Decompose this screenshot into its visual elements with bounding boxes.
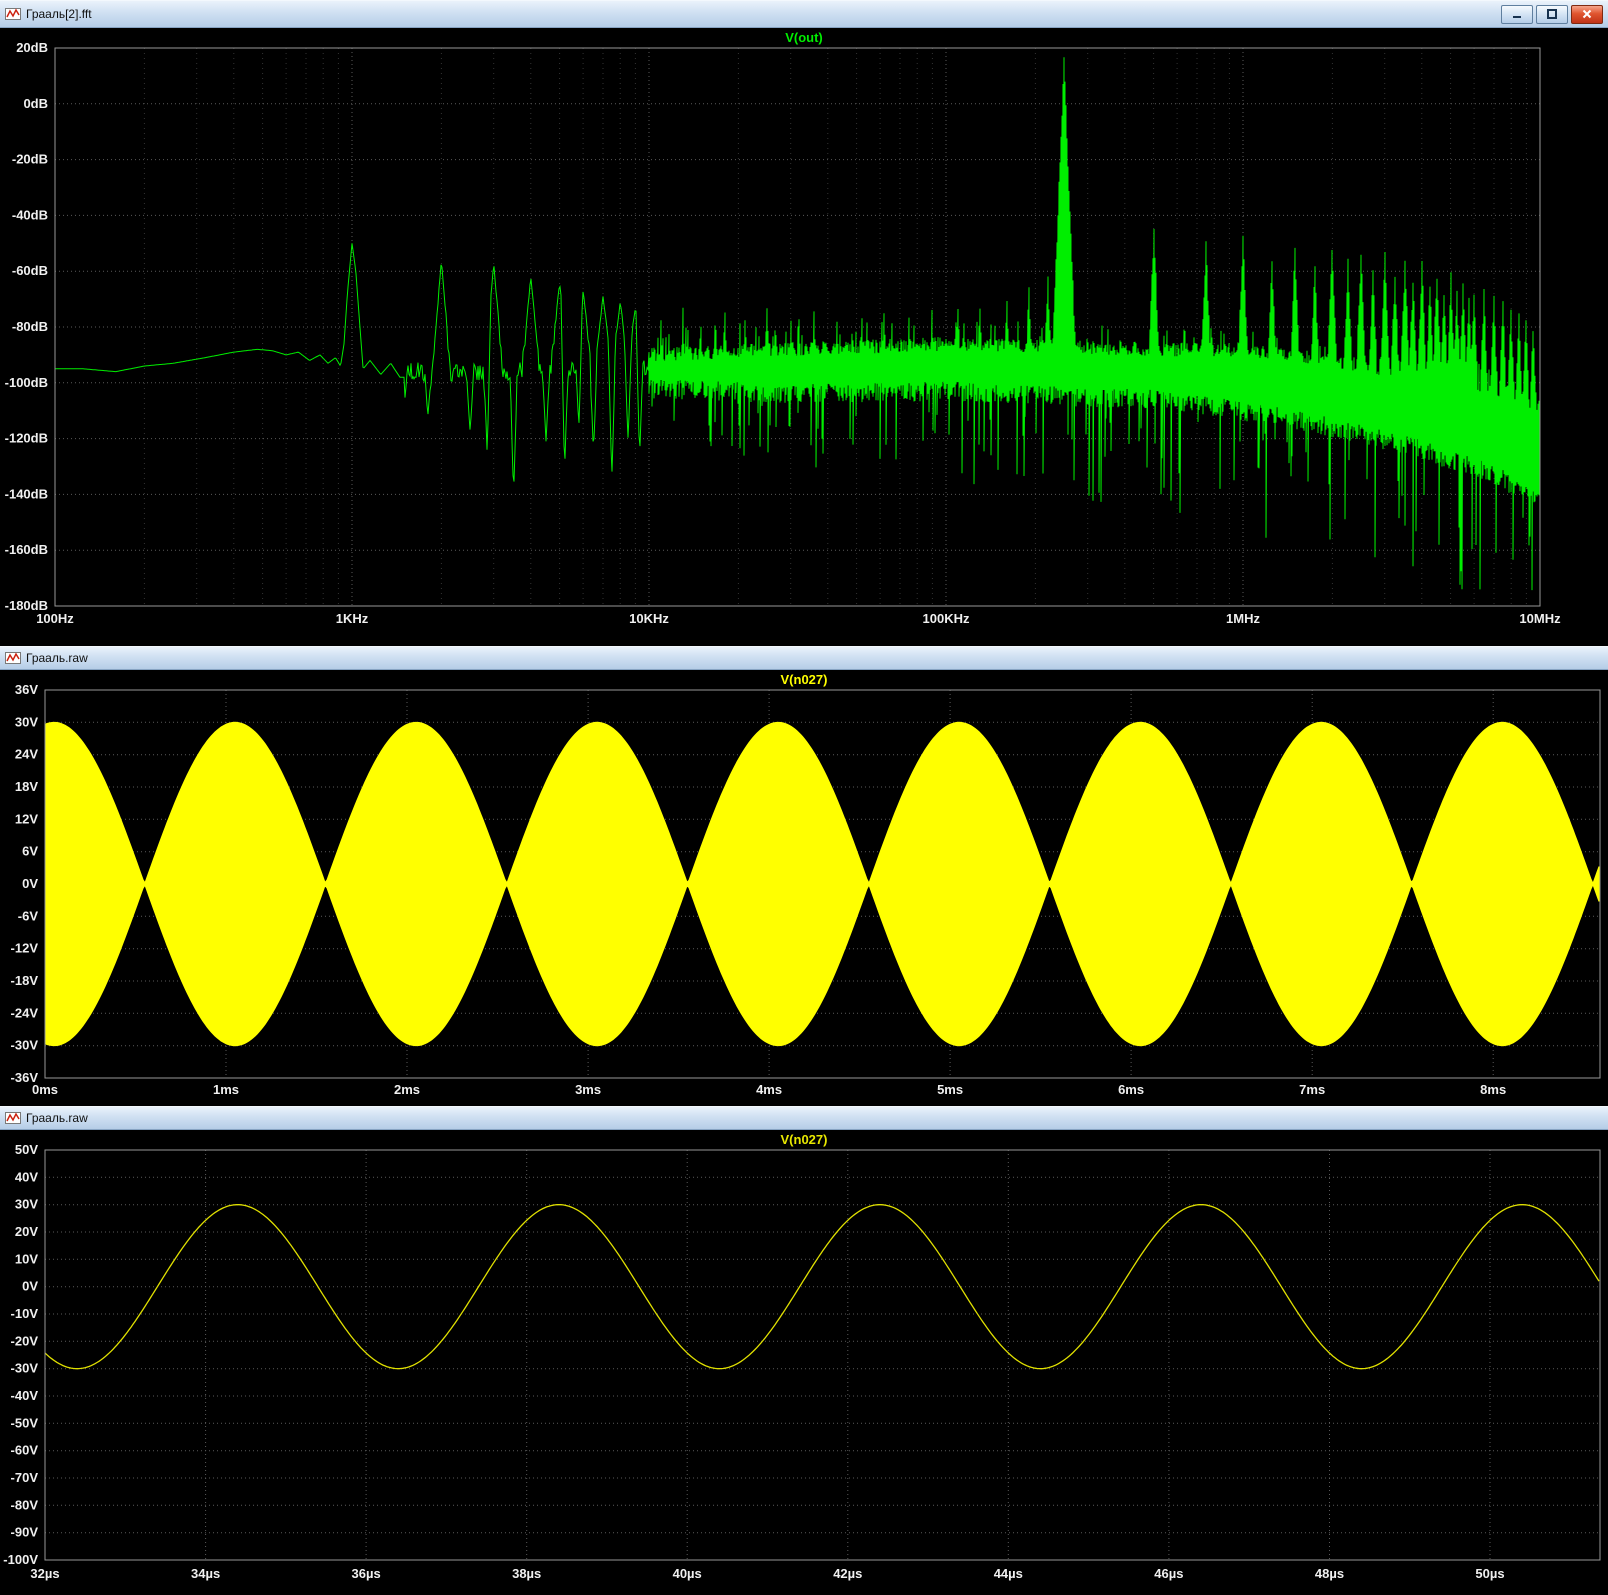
am-window: Грааль.raw 0ms 1ms 2ms 3ms 4ms 5ms 6ms 7ms 8ms 36… [0,646,1608,1106]
y-tick-label: -120dB [5,431,48,446]
y-tick-label: 20V [15,1224,38,1239]
y-tick-label: 6V [22,844,38,859]
x-tick-label: 40µs [673,1566,702,1581]
am-plot-title: V(n027) [780,672,828,687]
y-tick-label: 10V [15,1251,38,1266]
x-tick-label: 1KHz [336,611,369,626]
fft-plot-area[interactable]: 100Hz 1KHz 10KHz 100KHz 1MHz 10MHz 20dB 0dB -20d… [0,28,1608,646]
y-tick-label: -180dB [5,598,48,613]
y-tick-label: 18V [15,779,38,794]
maximize-icon [1547,9,1557,19]
y-tick-label: -30V [11,1038,39,1053]
y-tick-label: -60dB [12,263,48,278]
am-plot-area[interactable]: 0ms 1ms 2ms 3ms 4ms 5ms 6ms 7ms 8ms 36V 30V 24V 18V 1… [0,670,1608,1106]
y-tick-label: -12V [11,941,39,956]
x-tick-label: 38µs [512,1566,541,1581]
x-tick-label: 36µs [352,1566,381,1581]
y-tick-label: -70V [11,1470,39,1485]
y-tick-label: -40V [11,1388,39,1403]
window-controls [1501,4,1603,24]
y-tick-label: -18V [11,973,39,988]
maximize-button[interactable] [1536,4,1568,24]
x-tick-label: 42µs [833,1566,862,1581]
y-tick-label: -160dB [5,542,48,557]
x-tick-label: 46µs [1154,1566,1183,1581]
y-tick-label: -20V [11,1333,39,1348]
y-tick-label: -20dB [12,152,48,167]
x-tick-label: 1ms [213,1082,239,1097]
window-title: Грааль.raw [26,1111,88,1125]
y-tick-label: -10V [11,1306,39,1321]
y-tick-label: -90V [11,1525,39,1540]
sine-plot-canvas: 32µs 34µs 36µs 38µs 40µs 42µs 44µs 46µs 48µs 50µs… [3,1142,1601,1581]
sine-plot-area[interactable]: 32µs 34µs 36µs 38µs 40µs 42µs 44µs 46µs 48µs 50µs… [0,1130,1608,1595]
y-tick-label: -100dB [5,375,48,390]
y-tick-label: -40dB [12,207,48,222]
x-tick-label: 34µs [191,1566,220,1581]
fft-window-titlebar[interactable]: Грааль[2].fft [0,0,1608,28]
fft-trace [55,57,1541,591]
sine-plot-title: V(n027) [780,1132,828,1147]
x-tick-label: 100KHz [923,611,970,626]
y-tick-label: -30V [11,1361,39,1376]
y-tick-label: -140dB [5,486,48,501]
x-tick-label: 3ms [575,1082,601,1097]
y-tick-label: 0V [22,1279,38,1294]
close-icon [1582,9,1592,19]
am-trace [44,721,1600,1047]
window-title: Грааль.raw [26,651,88,665]
y-tick-label: -50V [11,1415,39,1430]
minimize-icon [1513,16,1521,18]
waveform-icon [5,7,21,21]
x-tick-label: 7ms [1299,1082,1325,1097]
x-tick-label: 4ms [756,1082,782,1097]
x-tick-label: 10KHz [629,611,669,626]
x-tick-label: 2ms [394,1082,420,1097]
y-tick-label: 30V [15,1197,38,1212]
x-tick-label: 48µs [1315,1566,1344,1581]
y-tick-label: -80V [11,1497,39,1512]
x-tick-label: 50µs [1475,1566,1504,1581]
y-tick-label: -24V [11,1005,39,1020]
x-tick-label: 100Hz [36,611,74,626]
x-tick-label: 1MHz [1226,611,1260,626]
am-plot-canvas: 0ms 1ms 2ms 3ms 4ms 5ms 6ms 7ms 8ms36V30V24V18V1… [11,682,1601,1097]
y-tick-label: 12V [15,811,38,826]
y-tick-label: 30V [15,714,38,729]
sine-window-titlebar[interactable]: Грааль.raw [0,1106,1608,1130]
fft-plot-canvas: 100Hz 1KHz 10KHz 100KHz 1MHz 10MHz20dB0dB-20d… [5,40,1561,626]
x-tick-label: 6ms [1118,1082,1144,1097]
minimize-button[interactable] [1501,4,1533,24]
y-tick-label: -80dB [12,319,48,334]
y-tick-label: 0V [22,876,38,891]
waveform-icon [5,1111,21,1125]
am-window-titlebar[interactable]: Грааль.raw [0,646,1608,670]
y-tick-label: 0dB [23,96,48,111]
y-tick-label: -100V [3,1552,38,1567]
y-tick-label: -6V [18,908,39,923]
fft-plot-title: V(out) [785,30,823,45]
waveform-icon [5,651,21,665]
fft-window: Грааль[2].fft 100Hz 1KHz 10KHz 100KHz 1MHz 10… [0,0,1608,646]
x-tick-label: 32µs [30,1566,59,1581]
window-title: Грааль[2].fft [26,7,92,21]
plot-frame [44,1149,1601,1561]
y-tick-label: -60V [11,1443,39,1458]
y-tick-label: 24V [15,747,38,762]
sine-grid [44,1149,1600,1561]
close-button[interactable] [1571,4,1603,24]
x-tick-label: 8ms [1480,1082,1506,1097]
x-tick-label: 44µs [994,1566,1023,1581]
sine-window: Грааль.raw 32µs 34µs 36µs 38µs 40µs 42µs 44µs 4… [0,1106,1608,1595]
y-tick-label: -36V [11,1070,39,1085]
y-tick-label: 40V [15,1169,38,1184]
x-tick-label: 10MHz [1519,611,1561,626]
x-tick-label: 5ms [937,1082,963,1097]
